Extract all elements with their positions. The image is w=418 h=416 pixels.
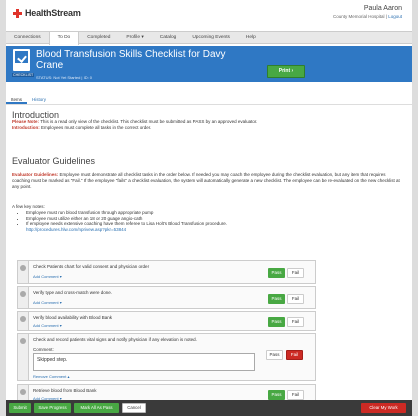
guidelines-paragraph: Evaluator Guidelines: Employee must demo… — [12, 172, 402, 190]
app-frame: HealthStream Paula Aaron County Memorial… — [6, 0, 412, 416]
item-marker-icon — [20, 389, 26, 395]
procedure-link[interactable]: http://procedures.hlw.com/nprivew.asp?pk… — [26, 227, 126, 232]
brand-name: HealthStream — [25, 8, 81, 18]
key-notes-list: Employee must run blood transfusion thro… — [26, 210, 402, 227]
add-comment-link[interactable]: Add Comment ▾ — [33, 323, 62, 328]
guidelines-heading: Evaluator Guidelines — [12, 156, 96, 166]
fail-button[interactable]: Fail — [287, 390, 304, 400]
header: HealthStream Paula Aaron County Memorial… — [6, 0, 412, 31]
nav-completed[interactable]: Completed — [79, 32, 118, 43]
pass-button[interactable]: Pass — [266, 350, 283, 360]
item-marker-icon — [20, 291, 26, 297]
page-title: Blood Transfusion Skills Checklist for D… — [36, 49, 226, 71]
guidelines-label: Evaluator Guidelines: — [12, 172, 59, 177]
logo[interactable]: HealthStream — [13, 8, 81, 18]
print-button[interactable]: Print › — [267, 65, 305, 78]
checklist-badge-label: CHECKLIST — [12, 73, 35, 77]
checklist-item: Check Patients chart for valid consent a… — [17, 260, 316, 284]
add-comment-link[interactable]: Add Comment ▾ — [33, 274, 62, 279]
fail-button[interactable]: Fail — [287, 294, 304, 304]
checklist-banner: CHECKLIST Blood Transfusion Skills Check… — [6, 46, 412, 82]
chevron-up-icon: ▴ — [67, 374, 70, 379]
item-text: Retrieve blood from Blood Bank — [33, 388, 97, 393]
add-comment-label: Add Comment — [33, 323, 59, 328]
nav-upcoming-events[interactable]: Upcoming Events — [184, 32, 238, 43]
introduction-paragraph: Introduction: Employees must complete al… — [12, 125, 402, 131]
comment-textarea[interactable]: Skipped step. — [33, 353, 255, 371]
organization-name: County Memorial Hospital — [333, 14, 385, 19]
checklist-item: Verify type and cross-match were done. A… — [17, 286, 316, 309]
remove-comment-label: Remove Comment — [33, 374, 67, 379]
note-label: Please Note: — [12, 119, 40, 124]
chevron-right-icon: › — [291, 68, 294, 74]
user-org-line: County Memorial Hospital | Logout — [333, 14, 402, 19]
checklist-item: Verify blood availability with Blood Ban… — [17, 311, 316, 331]
tab-bar: Items History — [6, 96, 412, 105]
item-text: Check Patients chart for valid consent a… — [33, 264, 150, 269]
item-marker-icon — [20, 265, 26, 271]
user-info: Paula Aaron County Memorial Hospital | L… — [333, 5, 402, 19]
note-text: This is a read only view of the checklis… — [40, 119, 258, 124]
nav-profile-label: Profile — [126, 35, 141, 40]
introduction-text: Employees must complete all tasks in the… — [41, 125, 152, 130]
tab-items[interactable]: Items — [6, 96, 28, 104]
item-text: Verify type and cross-match were done. — [33, 290, 113, 295]
add-comment-label: Add Comment — [33, 300, 59, 305]
chevron-down-icon: ▾ — [59, 300, 62, 305]
item-marker-icon — [20, 316, 26, 322]
item-text: Verify blood availability with Blood Ban… — [33, 315, 113, 320]
guidelines-text: Employee must demonstrate all checklist … — [12, 172, 400, 189]
nav-to-do[interactable]: To Do — [48, 32, 80, 45]
add-comment-link[interactable]: Add Comment ▾ — [33, 300, 62, 305]
pass-button[interactable]: Pass — [268, 294, 285, 304]
user-name: Paula Aaron — [363, 5, 402, 12]
fail-button[interactable]: Fail — [287, 268, 304, 278]
cancel-button[interactable]: Cancel — [122, 403, 146, 413]
item-marker-icon — [20, 338, 26, 344]
nav-profile[interactable]: Profile ▾ — [118, 32, 151, 43]
item-text: Check and record patients vital signs an… — [33, 337, 197, 342]
introduction-label: Introduction: — [12, 125, 40, 130]
mark-all-pass-button[interactable]: Mark All As Pass — [74, 403, 119, 413]
checklist-icon — [13, 49, 30, 71]
status-line: STATUS: Not Yet Started | ID: 0 — [36, 75, 93, 80]
introduction-section: Please Note: This is a read only view of… — [12, 119, 402, 131]
tab-history[interactable]: History — [27, 96, 51, 104]
pass-button[interactable]: Pass — [268, 268, 285, 278]
action-bar: Submit Save Progress Mark All As Pass Ca… — [6, 400, 412, 416]
clear-my-work-button[interactable]: Clear My Work — [361, 403, 406, 413]
submit-button[interactable]: Submit — [9, 403, 31, 413]
nav-connections[interactable]: Connections — [6, 32, 49, 43]
pass-button[interactable]: Pass — [268, 317, 285, 327]
checklist-item: Check and record patients vital signs an… — [17, 333, 316, 381]
print-button-label: Print — [278, 68, 291, 74]
logout-link[interactable]: Logout — [388, 14, 402, 19]
fail-button[interactable]: Fail — [287, 317, 304, 327]
comment-label: Comment: — [33, 347, 54, 352]
save-progress-button[interactable]: Save Progress — [34, 403, 71, 413]
nav-help[interactable]: Help — [238, 32, 264, 43]
main-nav: Connections To Do Completed Profile ▾ Ca… — [6, 31, 412, 45]
nav-catalog[interactable]: Catalog — [152, 32, 185, 43]
fail-button[interactable]: Fail — [286, 350, 303, 360]
chevron-down-icon: ▾ — [59, 274, 62, 279]
add-comment-label: Add Comment — [33, 274, 59, 279]
key-notes: A few key notes: Employee must run blood… — [12, 204, 402, 233]
pass-button[interactable]: Pass — [268, 390, 285, 400]
healthstream-logo-icon — [13, 8, 22, 18]
remove-comment-link[interactable]: Remove Comment ▴ — [33, 374, 69, 379]
chevron-down-icon: ▾ — [141, 35, 144, 40]
chevron-down-icon: ▾ — [59, 323, 62, 328]
